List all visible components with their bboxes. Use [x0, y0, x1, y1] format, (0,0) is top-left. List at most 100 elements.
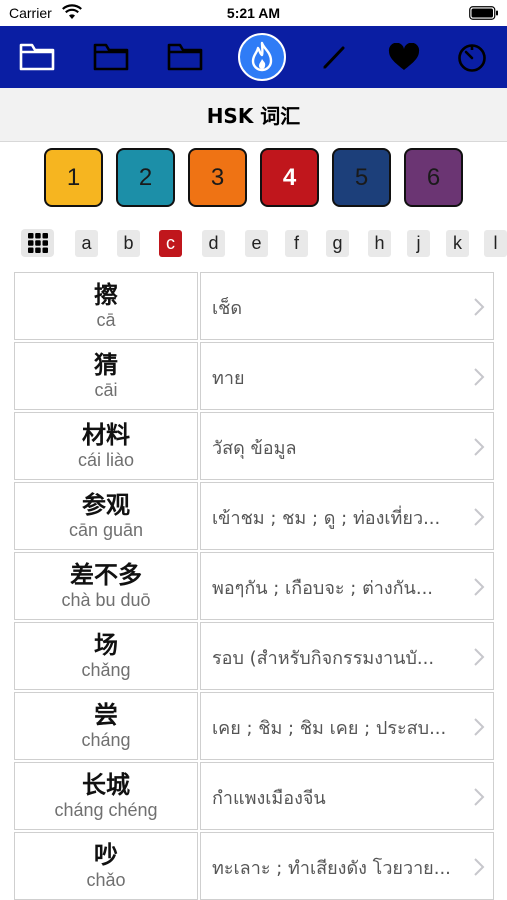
word-pinyin: chǎo: [86, 870, 126, 890]
word-row[interactable]: 尝 cháng เคย ; ชิม ; ชิม เคย ; ประสบ...: [14, 692, 494, 760]
level-button-5[interactable]: 5: [332, 148, 391, 207]
word-pinyin: chǎng: [81, 660, 131, 680]
word-hanzi: 材料: [82, 421, 130, 449]
chevron-right-icon: [474, 718, 485, 736]
chevron-right-icon: [474, 298, 485, 316]
word-cell: 长城 cháng chéng: [14, 762, 198, 830]
level-button-1[interactable]: 1: [44, 148, 103, 207]
chevron-right-icon: [474, 858, 485, 876]
chevron-right-icon: [474, 438, 485, 456]
level-label: 3: [210, 163, 225, 191]
word-hanzi: 猜: [94, 351, 118, 379]
meaning-cell[interactable]: เช็ด: [200, 272, 494, 340]
folder-icon[interactable]: [162, 34, 208, 80]
word-cell: 吵 chǎo: [14, 832, 198, 900]
meaning-cell[interactable]: เคย ; ชิม ; ชิม เคย ; ประสบ...: [200, 692, 494, 760]
meaning-cell[interactable]: เข้าชม ; ชม ; ดู ; ท่องเที่ยว...: [200, 482, 494, 550]
word-row[interactable]: 差不多 chà bu duō พอๆกัน ; เกือบจะ ; ต่างกั…: [14, 552, 494, 620]
flame-icon[interactable]: [238, 33, 286, 81]
grid-view-button[interactable]: [21, 229, 54, 257]
folder-icon[interactable]: [14, 34, 60, 80]
word-cell: 参观 cān guān: [14, 482, 198, 550]
status-bar: Carrier 5:21 AM: [0, 0, 507, 26]
word-meaning: รอบ (สำหรับกิจกรรมงานบั...: [212, 647, 435, 669]
word-cell: 猜 cāi: [14, 342, 198, 410]
letter-f[interactable]: f: [285, 230, 308, 257]
level-label: 6: [426, 163, 441, 191]
folder-icon[interactable]: [88, 34, 134, 80]
letter-b[interactable]: b: [117, 230, 140, 257]
level-label: 2: [138, 163, 153, 191]
word-meaning: ทาย: [212, 367, 245, 389]
letter-j[interactable]: j: [407, 230, 430, 257]
word-row[interactable]: 材料 cái liào วัสดุ ข้อมูล: [14, 412, 494, 480]
word-hanzi: 参观: [82, 491, 130, 519]
chevron-right-icon: [474, 648, 485, 666]
letter-d[interactable]: d: [202, 230, 225, 257]
word-meaning: เข้าชม ; ชม ; ดู ; ท่องเที่ยว...: [212, 507, 441, 529]
chevron-right-icon: [474, 508, 485, 526]
word-row[interactable]: 猜 cāi ทาย: [14, 342, 494, 410]
word-row[interactable]: 场 chǎng รอบ (สำหรับกิจกรรมงานบั...: [14, 622, 494, 690]
page-title: HSK 词汇: [206, 104, 301, 128]
chevron-right-icon: [474, 788, 485, 806]
toolbar: [0, 26, 507, 88]
word-hanzi: 长城: [82, 771, 130, 799]
word-meaning: วัสดุ ข้อมูล: [212, 437, 297, 459]
word-cell: 尝 cháng: [14, 692, 198, 760]
level-label: 5: [354, 163, 369, 191]
word-pinyin: cháng chéng: [54, 800, 158, 820]
meaning-cell[interactable]: พอๆกัน ; เกือบจะ ; ต่างกัน...: [200, 552, 494, 620]
word-row[interactable]: 参观 cān guān เข้าชม ; ชม ; ดู ; ท่องเที่ย…: [14, 482, 494, 550]
meaning-cell[interactable]: ทาย: [200, 342, 494, 410]
letter-index-bar: a b c d e f g h j k l: [0, 226, 507, 260]
meaning-cell[interactable]: ทะเลาะ ; ทำเสียงดัง โวยวาย...: [200, 832, 494, 900]
page-title-bar: HSK 词汇: [0, 88, 507, 142]
timer-icon[interactable]: [449, 34, 495, 80]
letter-h[interactable]: h: [368, 230, 391, 257]
letter-k[interactable]: k: [446, 230, 469, 257]
chevron-right-icon: [474, 578, 485, 596]
word-cell: 擦 cā: [14, 272, 198, 340]
letter-c[interactable]: c: [159, 230, 182, 257]
heart-icon[interactable]: [381, 34, 427, 80]
word-meaning: พอๆกัน ; เกือบจะ ; ต่างกัน...: [212, 577, 434, 599]
battery-icon: [469, 6, 498, 20]
word-pinyin: cháng: [81, 730, 131, 750]
word-row[interactable]: 吵 chǎo ทะเลาะ ; ทำเสียงดัง โวยวาย...: [14, 832, 494, 900]
word-hanzi: 差不多: [70, 561, 142, 589]
level-selector: 1 2 3 4 5 6: [0, 146, 507, 208]
word-pinyin: chà bu duō: [61, 590, 151, 610]
level-button-6[interactable]: 6: [404, 148, 463, 207]
letter-l[interactable]: l: [484, 230, 507, 257]
word-cell: 场 chǎng: [14, 622, 198, 690]
clock: 5:21 AM: [226, 5, 281, 21]
meaning-cell[interactable]: วัสดุ ข้อมูล: [200, 412, 494, 480]
word-row[interactable]: 擦 cā เช็ด: [14, 272, 494, 340]
level-label: 1: [66, 163, 81, 191]
grid-icon: [27, 233, 48, 253]
word-row[interactable]: 长城 cháng chéng กำแพงเมืองจีน: [14, 762, 494, 830]
word-meaning: เคย ; ชิม ; ชิม เคย ; ประสบ...: [212, 717, 447, 739]
word-pinyin: cái liào: [77, 450, 135, 470]
word-hanzi: 尝: [94, 701, 118, 729]
pencil-icon[interactable]: [312, 34, 358, 80]
word-meaning: กำแพงเมืองจีน: [212, 787, 326, 809]
word-pinyin: cā: [96, 310, 116, 330]
letter-e[interactable]: e: [245, 230, 268, 257]
chevron-right-icon: [474, 368, 485, 386]
meaning-cell[interactable]: กำแพงเมืองจีน: [200, 762, 494, 830]
meaning-cell[interactable]: รอบ (สำหรับกิจกรรมงานบั...: [200, 622, 494, 690]
word-cell: 差不多 chà bu duō: [14, 552, 198, 620]
level-button-2[interactable]: 2: [116, 148, 175, 207]
word-meaning: เช็ด: [212, 297, 243, 319]
letter-a[interactable]: a: [75, 230, 98, 257]
level-button-4[interactable]: 4: [260, 148, 319, 207]
word-pinyin: cāi: [94, 380, 118, 400]
level-button-3[interactable]: 3: [188, 148, 247, 207]
letter-g[interactable]: g: [326, 230, 349, 257]
word-hanzi: 场: [94, 631, 118, 659]
word-pinyin: cān guān: [68, 520, 144, 540]
word-hanzi: 吵: [94, 841, 118, 869]
level-label: 4: [282, 163, 297, 191]
